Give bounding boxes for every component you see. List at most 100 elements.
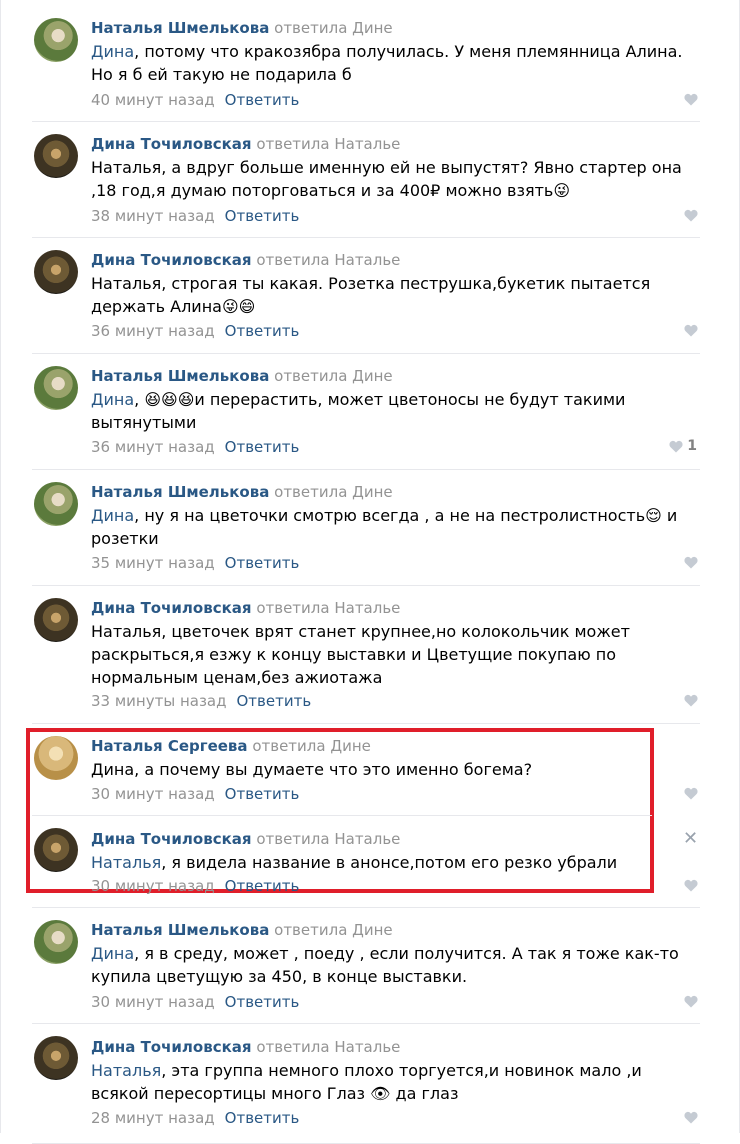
- comment-header: Наталья Шмелькова ответила Дине: [91, 18, 393, 38]
- avatar[interactable]: [34, 482, 78, 526]
- comment-divider: [32, 121, 700, 122]
- comment-text: Дина, я в среду, может , поеду , если по…: [91, 942, 701, 988]
- timestamp[interactable]: 30 минут назад: [91, 785, 215, 803]
- comment-text: Наталья, я видела название в анонсе,пото…: [91, 851, 701, 874]
- comment-body: , я видела название в анонсе,потом его р…: [161, 853, 618, 872]
- frame-left-border: [0, 0, 1, 1133]
- comment-meta: 36 минут назад Ответить: [91, 437, 299, 457]
- avatar[interactable]: [34, 598, 78, 642]
- comment-divider: [32, 815, 652, 816]
- comment-body: , я в среду, может , поеду , если получи…: [91, 944, 679, 986]
- avatar[interactable]: [34, 366, 78, 410]
- reply-button[interactable]: Ответить: [225, 91, 300, 109]
- comment-text: Наталья, эта группа немного плохо торгуе…: [91, 1059, 701, 1105]
- avatar[interactable]: [34, 250, 78, 294]
- comment-body: Дина, а почему вы думаете что это именно…: [91, 760, 533, 779]
- avatar[interactable]: [34, 1036, 78, 1080]
- author-link[interactable]: Дина Точиловская: [91, 599, 252, 617]
- mention-link[interactable]: Дина: [91, 506, 134, 525]
- author-link[interactable]: Дина Точиловская: [91, 135, 252, 153]
- reply-button[interactable]: Ответить: [225, 207, 300, 225]
- comment-header: Дина Точиловская ответила Наталье: [91, 1037, 400, 1057]
- avatar[interactable]: [34, 828, 78, 872]
- comment-body: , ну я на цветочки смотрю всегда , а не …: [91, 506, 678, 548]
- comment-header: Дина Точиловская ответила Наталье: [91, 250, 400, 270]
- avatar[interactable]: [34, 736, 78, 780]
- comment-header: Наталья Сергеева ответила Дине: [91, 736, 371, 756]
- reply-button[interactable]: Ответить: [237, 692, 312, 710]
- timestamp[interactable]: 35 минут назад: [91, 554, 215, 572]
- timestamp[interactable]: 30 минут назад: [91, 877, 215, 895]
- comment-divider: [32, 353, 700, 354]
- comment-header: Наталья Шмелькова ответила Дине: [91, 366, 393, 386]
- avatar[interactable]: [34, 920, 78, 964]
- author-link[interactable]: Дина Точиловская: [91, 251, 252, 269]
- comment-meta: 30 минут назад Ответить: [91, 876, 299, 896]
- mention-link[interactable]: Дина: [91, 390, 134, 409]
- reply-button[interactable]: Ответить: [225, 554, 300, 572]
- timestamp[interactable]: 38 минут назад: [91, 207, 215, 225]
- comment-text: Наталья, цветочек врят станет крупнее,но…: [91, 620, 701, 689]
- comment-text: Дина, ну я на цветочки смотрю всегда , а…: [91, 504, 701, 550]
- author-link[interactable]: Наталья Шмелькова: [91, 19, 269, 37]
- timestamp[interactable]: 33 минуты назад: [91, 692, 227, 710]
- like-heart-icon[interactable]: [684, 556, 698, 570]
- comment-text: Дина, потому что кракозябра получилась. …: [91, 40, 701, 86]
- comment-divider: [32, 907, 700, 908]
- reply-button[interactable]: Ответить: [225, 877, 300, 895]
- comment-text: Наталья, а вдруг больше именную ей не вы…: [91, 156, 701, 202]
- author-link[interactable]: Наталья Шмелькова: [91, 921, 269, 939]
- comment-text: Дина, а почему вы думаете что это именно…: [91, 758, 701, 781]
- author-link[interactable]: Дина Точиловская: [91, 1038, 252, 1056]
- comment-meta: 36 минут назад Ответить: [91, 321, 299, 341]
- like-heart-icon[interactable]: [684, 787, 698, 801]
- timestamp[interactable]: 36 минут назад: [91, 438, 215, 456]
- reply-button[interactable]: Ответить: [225, 1109, 300, 1127]
- comment-divider: [32, 237, 700, 238]
- replied-to-label: ответила Наталье: [256, 135, 401, 153]
- like-heart-icon[interactable]: [684, 1111, 698, 1125]
- like-heart-icon[interactable]: [684, 209, 698, 223]
- avatar[interactable]: [34, 18, 78, 62]
- author-link[interactable]: Дина Точиловская: [91, 830, 252, 848]
- reply-button[interactable]: Ответить: [225, 785, 300, 803]
- comment-header: Наталья Шмелькова ответила Дине: [91, 920, 393, 940]
- mention-link[interactable]: Дина: [91, 42, 134, 61]
- mention-link[interactable]: Наталья: [91, 853, 161, 872]
- author-link[interactable]: Наталья Шмелькова: [91, 367, 269, 385]
- comment-divider: [32, 1023, 700, 1024]
- like-heart-icon[interactable]: [684, 995, 698, 1009]
- like-count: 1: [687, 438, 697, 454]
- like-heart-icon[interactable]: [684, 694, 698, 708]
- timestamp[interactable]: 28 минут назад: [91, 1109, 215, 1127]
- comment-meta: 30 минут назад Ответить: [91, 784, 299, 804]
- like-heart-icon[interactable]: [684, 879, 698, 893]
- timestamp[interactable]: 36 минут назад: [91, 322, 215, 340]
- comment-text: Дина, 😆😆😆и перерастить, может цветоносы …: [91, 388, 701, 434]
- like-heart-icon[interactable]: [669, 440, 683, 454]
- avatar[interactable]: [34, 134, 78, 178]
- reply-button[interactable]: Ответить: [225, 993, 300, 1011]
- like-heart-icon[interactable]: [684, 324, 698, 338]
- replied-to-label: ответила Дине: [274, 367, 393, 385]
- comment-meta: 35 минут назад Ответить: [91, 553, 299, 573]
- author-link[interactable]: Наталья Шмелькова: [91, 483, 269, 501]
- author-link[interactable]: Наталья Сергеева: [91, 737, 248, 755]
- mention-link[interactable]: Наталья: [91, 1061, 161, 1080]
- comment-header: Дина Точиловская ответила Наталье: [91, 829, 400, 849]
- comment-divider: [32, 469, 700, 470]
- reply-button[interactable]: Ответить: [225, 322, 300, 340]
- close-icon[interactable]: ✕: [683, 830, 698, 848]
- replied-to-label: ответила Дине: [274, 921, 393, 939]
- comment-body: Наталья, цветочек врят станет крупнее,но…: [91, 622, 630, 687]
- like-heart-icon[interactable]: [684, 93, 698, 107]
- replied-to-label: ответила Наталье: [256, 599, 401, 617]
- timestamp[interactable]: 40 минут назад: [91, 91, 215, 109]
- mention-link[interactable]: Дина: [91, 944, 134, 963]
- comment-header: Наталья Шмелькова ответила Дине: [91, 482, 393, 502]
- comment-body: Наталья, а вдруг больше именную ей не вы…: [91, 158, 682, 200]
- timestamp[interactable]: 30 минут назад: [91, 993, 215, 1011]
- replied-to-label: ответила Дине: [274, 483, 393, 501]
- comment-body: , эта группа немного плохо торгуется,и н…: [91, 1061, 642, 1103]
- reply-button[interactable]: Ответить: [225, 438, 300, 456]
